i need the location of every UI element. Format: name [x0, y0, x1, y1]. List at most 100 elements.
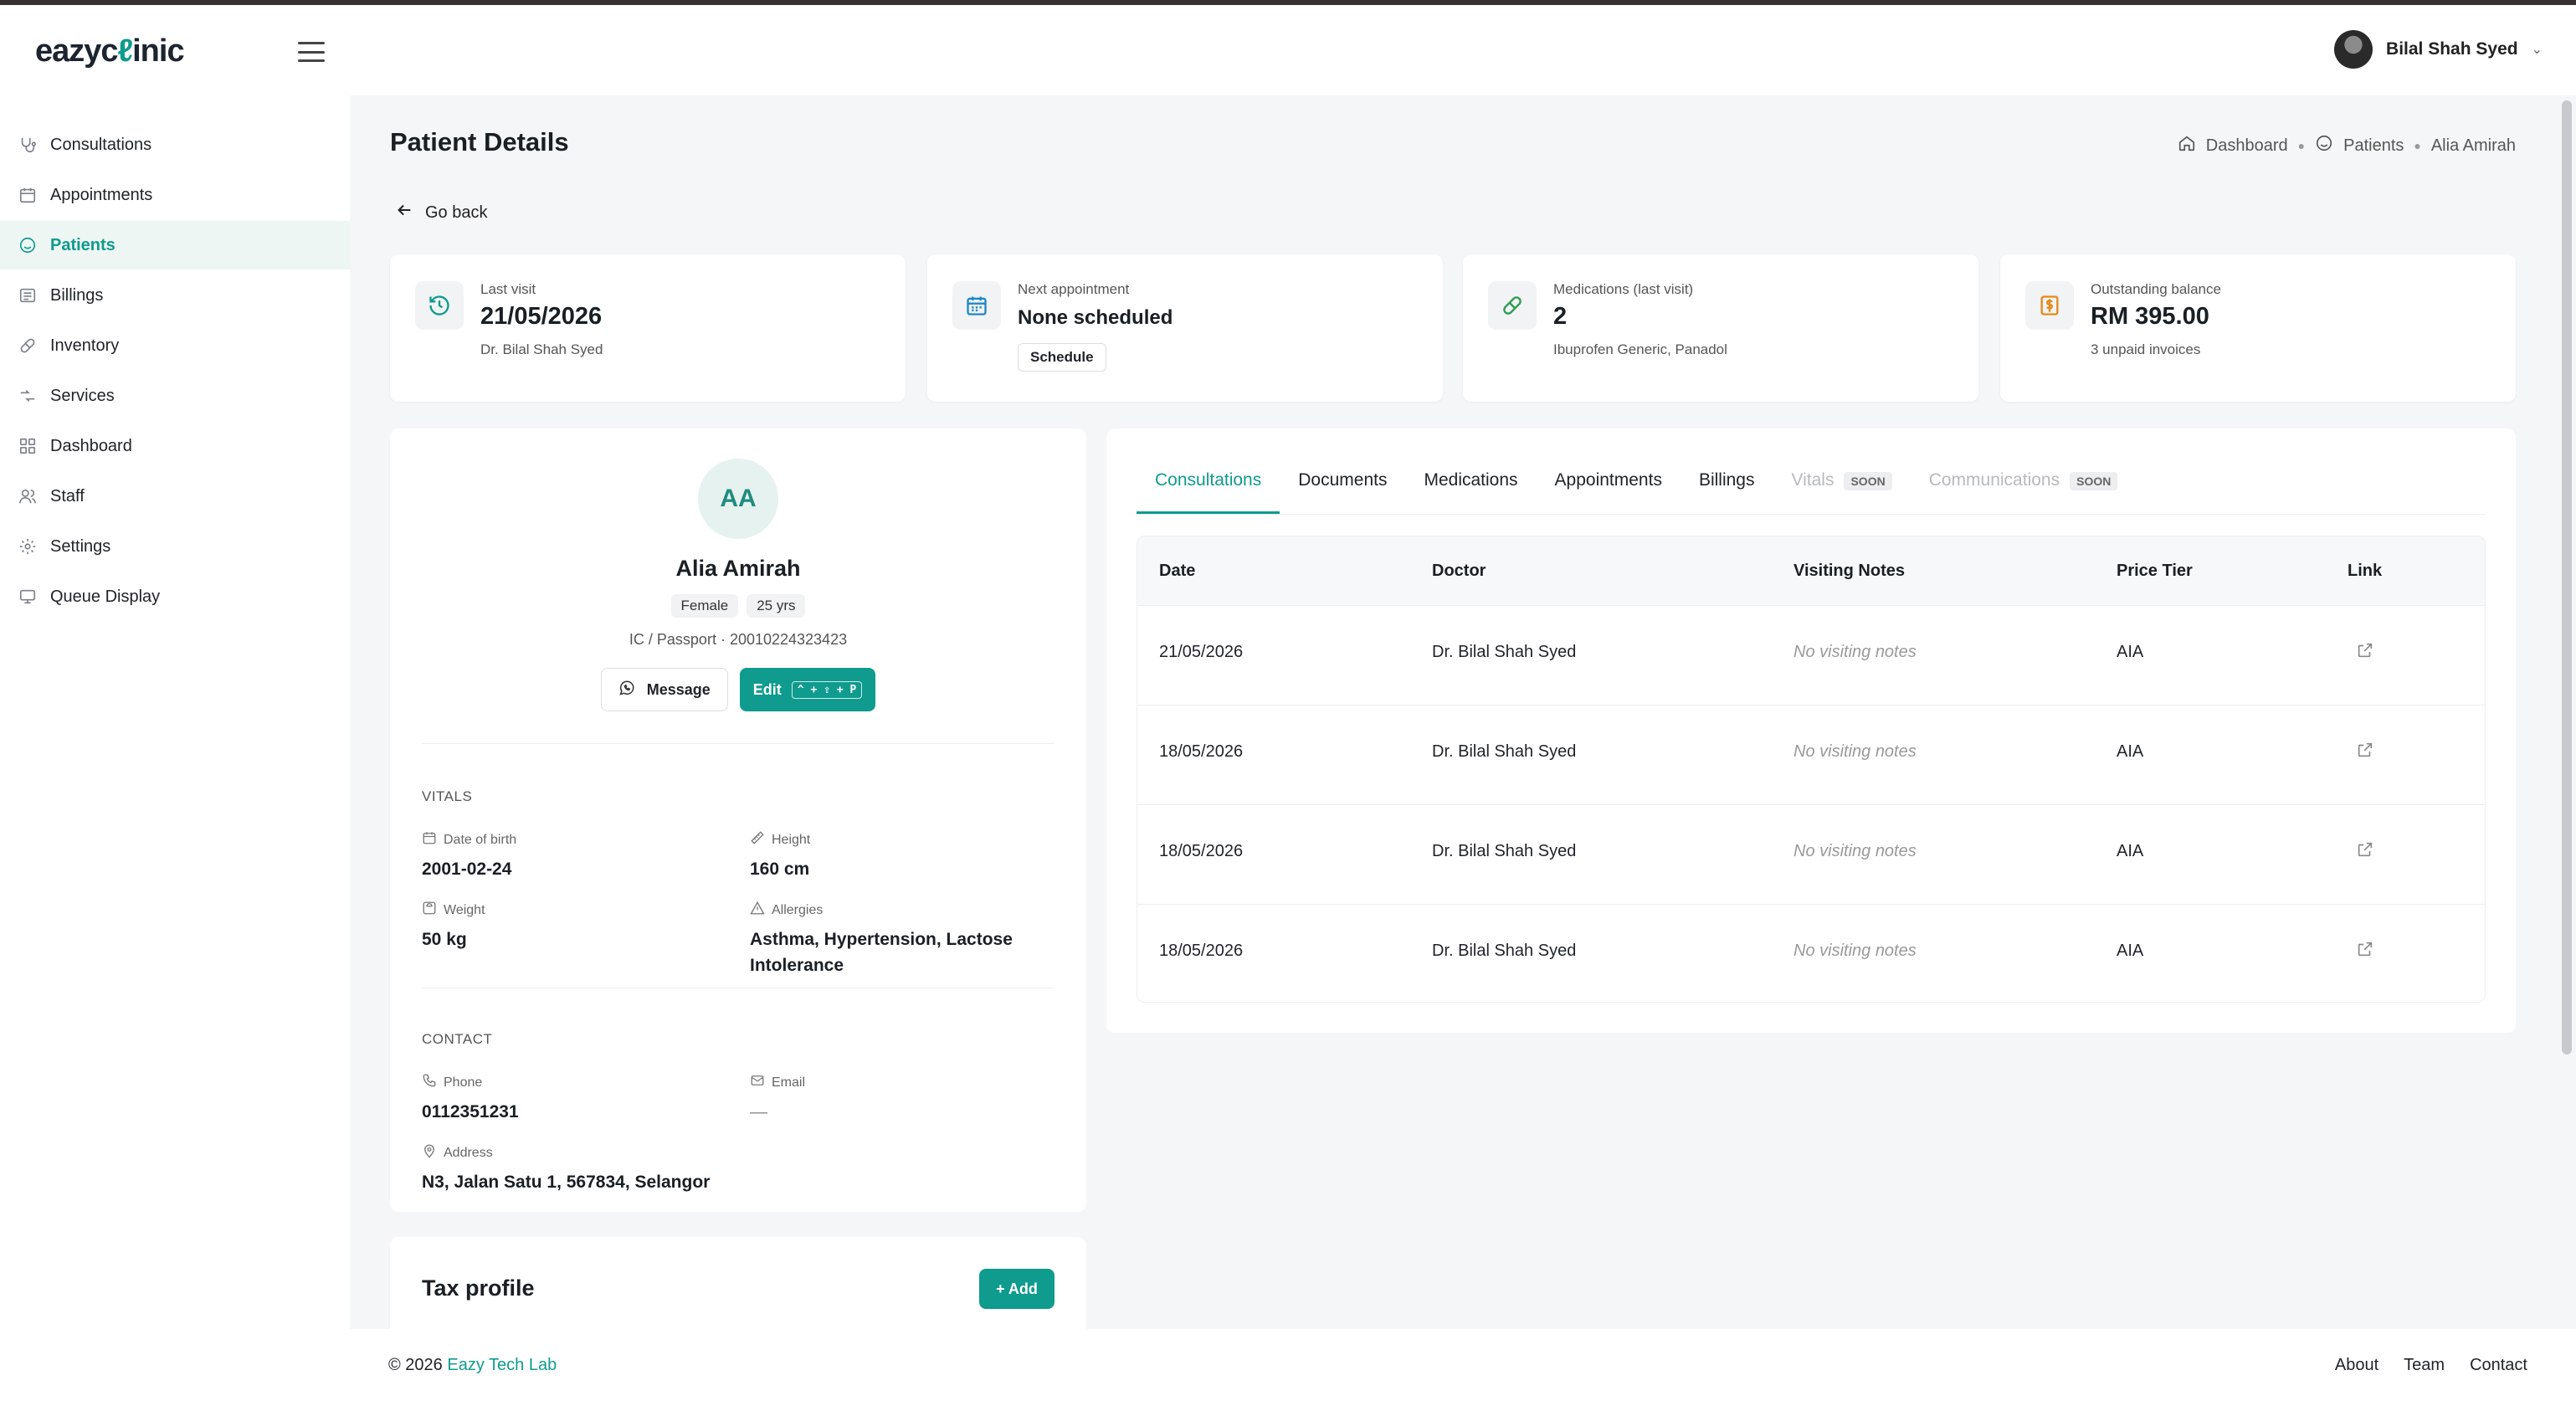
external-link-icon[interactable]	[2356, 940, 2374, 958]
table-row[interactable]: 21/05/2026 Dr. Bilal Shah Syed No visiti…	[1137, 605, 2485, 705]
calendar-icon	[422, 830, 437, 849]
patient-ic: IC / Passport · 20010224323423	[629, 631, 848, 648]
menu-toggle-icon[interactable]	[298, 42, 325, 62]
sidebar-item-billings[interactable]: Billings	[0, 271, 350, 320]
stat-value: 2	[1553, 303, 1568, 330]
breadcrumb-dashboard[interactable]: Dashboard	[2206, 136, 2288, 156]
sidebar-item-dashboard[interactable]: Dashboard	[0, 422, 350, 470]
footer-link-team[interactable]: Team	[2404, 1356, 2445, 1375]
sidebar-item-consultations[interactable]: Consultations	[0, 121, 350, 169]
stat-sub: Dr. Bilal Shah Syed	[480, 341, 603, 357]
sidebar-item-label: Queue Display	[50, 587, 161, 606]
col-date[interactable]: Date	[1159, 562, 1195, 581]
sidebar-item-appointments[interactable]: Appointments	[0, 171, 350, 219]
contact-heading: CONTACT	[422, 1031, 493, 1047]
sidebar-item-label: Dashboard	[50, 436, 132, 455]
sidebar-item-label: Settings	[50, 536, 111, 556]
keyboard-shortcut: ^ + ⇧ + P	[791, 680, 863, 699]
allergies-value: Asthma, Hypertension, Lactose Intoleranc…	[750, 930, 1013, 975]
map-pin-icon	[422, 1143, 437, 1162]
chevron-down-icon: ⌄	[2531, 43, 2543, 57]
add-tax-profile-button[interactable]: + Add	[979, 1269, 1055, 1309]
sidebar: Consultations Appointments Patients Bill…	[0, 95, 350, 1329]
table-row[interactable]: 18/05/2026 Dr. Bilal Shah Syed No visiti…	[1137, 804, 2485, 904]
tab-documents[interactable]: Documents	[1280, 470, 1405, 514]
stat-sub: 3 unpaid invoices	[2091, 341, 2201, 357]
gender-badge: Female	[670, 594, 739, 618]
field-email: Email —	[750, 1073, 805, 1125]
tab-communications: Communications SOON	[1911, 470, 2137, 514]
table-row[interactable]: 18/05/2026 Dr. Bilal Shah Syed No visiti…	[1137, 705, 2485, 804]
patient-tags: Female 25 yrs	[390, 594, 1086, 618]
sidebar-item-queue-display[interactable]: Queue Display	[0, 572, 350, 621]
external-link-icon[interactable]	[2356, 840, 2374, 859]
stat-card-next-appointment: Next appointment None scheduled Schedule	[927, 254, 1443, 402]
sidebar-item-inventory[interactable]: Inventory	[0, 321, 350, 370]
field-allergies: Allergies Asthma, Hypertension, Lactose …	[750, 901, 1034, 978]
tab-consultations[interactable]: Consultations	[1137, 470, 1280, 514]
col-doctor[interactable]: Doctor	[1432, 562, 1486, 581]
stat-card-medications: Medications (last visit) 2 Ibuprofen Gen…	[1463, 254, 1978, 402]
go-back-link[interactable]: Go back	[395, 201, 487, 224]
weight-value: 50 kg	[422, 930, 467, 949]
tab-appointments[interactable]: Appointments	[1537, 470, 1681, 514]
message-label: Message	[646, 680, 711, 698]
breadcrumb: Dashboard ● Patients ● Alia Amirah	[2178, 134, 2516, 157]
sidebar-item-label: Services	[50, 386, 115, 405]
sidebar-item-services[interactable]: Services	[0, 372, 350, 420]
sidebar-item-settings[interactable]: Settings	[0, 522, 350, 571]
pill-icon	[18, 336, 37, 355]
tab-vitals: Vitals SOON	[1773, 470, 1910, 514]
phone-icon	[422, 1073, 437, 1092]
footer: © 2026 Eazy Tech Lab About Team Contact	[350, 1329, 2576, 1401]
sidebar-item-staff[interactable]: Staff	[0, 472, 350, 521]
history-icon	[415, 281, 464, 330]
message-button[interactable]: Message	[600, 668, 728, 711]
external-link-icon[interactable]	[2356, 641, 2374, 659]
receipt-icon	[18, 286, 37, 305]
sidebar-item-label: Appointments	[50, 185, 153, 204]
stat-label: Next appointment	[1018, 281, 1130, 297]
whatsapp-icon	[618, 680, 635, 700]
address-value: N3, Jalan Satu 1, 567834, Selangor	[422, 1173, 711, 1192]
user-name: Bilal Shah Syed	[2386, 39, 2518, 59]
company-link[interactable]: Eazy Tech Lab	[447, 1356, 557, 1374]
dollar-icon	[2025, 281, 2074, 330]
warning-icon	[750, 901, 765, 920]
smile-icon	[18, 236, 37, 254]
email-value: —	[750, 1102, 767, 1121]
tab-medications[interactable]: Medications	[1405, 470, 1536, 514]
schedule-button[interactable]: Schedule	[1018, 343, 1106, 372]
calendar-icon	[952, 281, 1001, 330]
stat-label: Medications (last visit)	[1553, 281, 1694, 297]
col-price-tier[interactable]: Price Tier	[2117, 562, 2193, 581]
tax-profile-card: Tax profile + Add	[390, 1237, 1086, 1329]
gear-icon	[18, 537, 37, 556]
soon-badge: SOON	[1844, 472, 1892, 490]
footer-link-contact[interactable]: Contact	[2470, 1356, 2527, 1375]
arrow-left-icon	[395, 201, 413, 224]
sidebar-item-patients[interactable]: Patients	[0, 221, 350, 269]
app-logo[interactable]: eazycℓinic	[35, 33, 185, 69]
scrollbar-thumb[interactable]	[2562, 100, 2572, 1055]
tab-billings[interactable]: Billings	[1681, 470, 1773, 514]
breadcrumb-patients[interactable]: Patients	[2343, 136, 2404, 156]
footer-link-about[interactable]: About	[2335, 1356, 2378, 1375]
external-link-icon[interactable]	[2356, 741, 2374, 759]
table-row[interactable]: 18/05/2026 Dr. Bilal Shah Syed No visiti…	[1137, 904, 2485, 1002]
services-icon	[18, 387, 37, 405]
monitor-icon	[18, 588, 37, 606]
col-link: Link	[2348, 562, 2383, 580]
phone-value: 0112351231	[422, 1102, 519, 1121]
edit-button[interactable]: Edit ^ + ⇧ + P	[739, 668, 876, 711]
stethoscope-icon	[18, 136, 37, 154]
sidebar-item-label: Consultations	[50, 135, 152, 154]
user-menu[interactable]: Bilal Shah Syed ⌄	[2334, 30, 2543, 69]
ruler-icon	[750, 830, 765, 849]
table-header: Date Doctor Visiting Notes Price Tier Li…	[1137, 536, 2485, 605]
vitals-heading: VITALS	[422, 788, 473, 804]
soon-badge: SOON	[2070, 472, 2118, 490]
stat-value: None scheduled	[1018, 306, 1173, 329]
sidebar-item-label: Staff	[50, 486, 85, 505]
col-visiting-notes[interactable]: Visiting Notes	[1793, 562, 1905, 581]
